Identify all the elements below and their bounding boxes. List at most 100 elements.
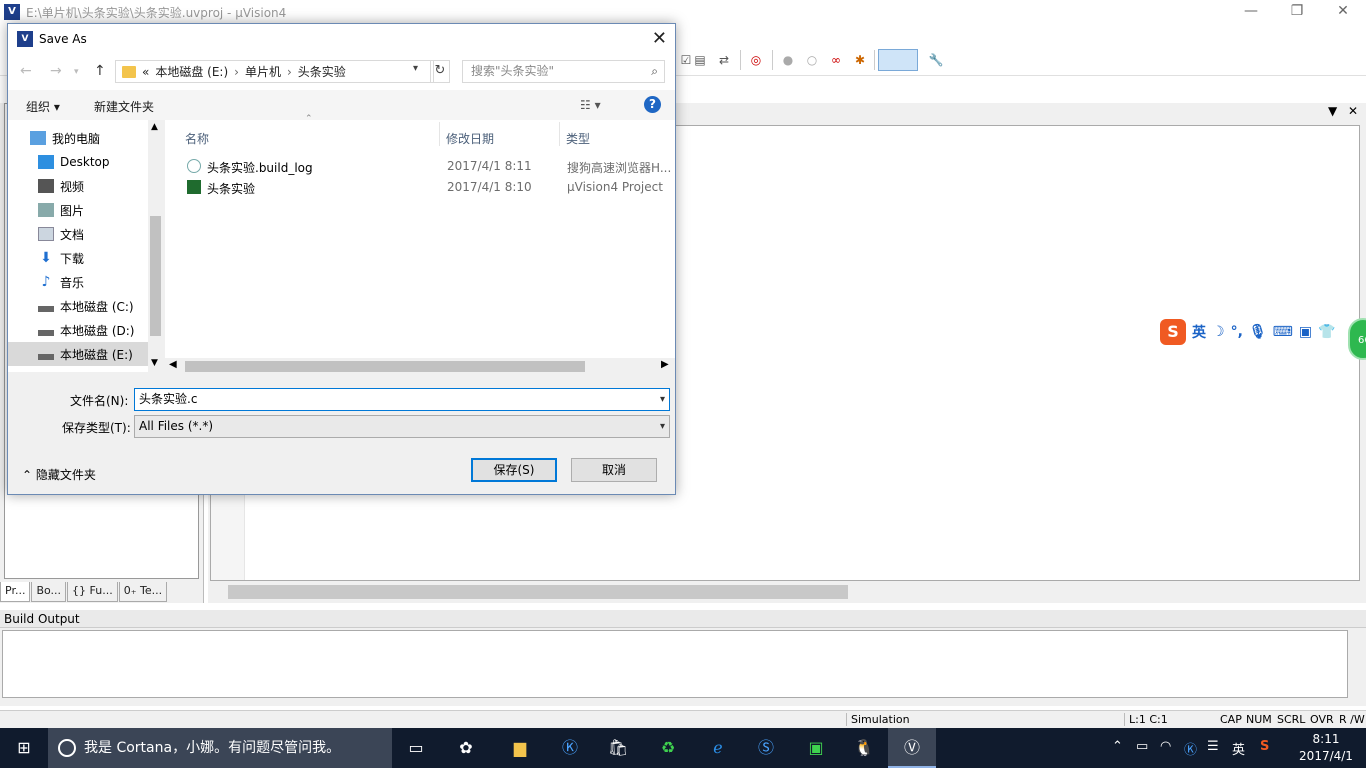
debug-session-icon[interactable]: ◎ [746, 50, 766, 70]
back-arrow-icon[interactable]: ← [20, 63, 32, 79]
nav-item-drive-e[interactable]: 本地磁盘 (E:) [8, 342, 148, 366]
scroll-down-icon[interactable]: ▼ [151, 358, 158, 368]
search-input[interactable]: 搜索"头条实验" ⌕ [462, 60, 665, 83]
build-output-title: Build Output [0, 610, 1366, 628]
new-folder-button[interactable]: 新建文件夹 [94, 98, 154, 115]
up-arrow-icon[interactable]: ↑ [94, 63, 106, 79]
skin-shirt-icon[interactable]: 👕 [1318, 324, 1335, 340]
breadcrumb-toutiao[interactable]: 头条实验 [298, 63, 346, 80]
file-name: 头条实验.build_log [207, 161, 313, 175]
chevron-down-icon[interactable]: ▾ [660, 389, 665, 410]
keyboard-icon[interactable]: ⌨ [1273, 324, 1293, 340]
dialog-close-icon[interactable]: ✕ [652, 28, 667, 49]
column-divider[interactable] [439, 122, 440, 146]
breadcrumb-danpianji[interactable]: 单片机 [245, 63, 281, 80]
hide-folders-toggle[interactable]: ⌃ 隐藏文件夹 [22, 466, 96, 483]
view-options-button[interactable]: ☷ ▾ [580, 98, 601, 112]
status-scrl: SCRL [1277, 713, 1306, 726]
qq-icon[interactable]: 🐧 [840, 728, 888, 768]
ime-language-toggle[interactable]: 英 [1192, 322, 1206, 342]
input-language[interactable]: 英 [1232, 739, 1245, 758]
sogou-tray-icon[interactable]: S [1260, 739, 1269, 754]
tab-books[interactable]: Bo... [31, 582, 67, 602]
address-bar[interactable]: « 本地磁盘 (E:) › 单片机 › 头条实验 [115, 60, 434, 83]
find-in-files-icon[interactable]: ▤ [690, 50, 710, 70]
scroll-up-icon[interactable]: ▲ [151, 122, 158, 132]
uvision-taskbar-icon[interactable]: Ⓥ [888, 728, 936, 768]
tab-functions[interactable]: {} Fu... [67, 582, 118, 602]
breadcrumb-chevron-icon: › [234, 64, 239, 79]
organize-button[interactable]: 组织 ▾ [26, 98, 60, 115]
disable-breakpoints-icon[interactable]: ∞ [826, 50, 846, 70]
edge-browser-icon[interactable]: ℯ [694, 728, 742, 768]
pinwheel-app-icon[interactable]: ✿ [442, 728, 490, 768]
navigation-scrollbar[interactable]: ▲ ▼ [148, 120, 163, 372]
column-header-name[interactable]: 名称 [185, 130, 209, 147]
scroll-right-icon[interactable]: ▶ [661, 359, 669, 370]
tab-templates[interactable]: 0₊ Te... [118, 582, 168, 602]
editor-close-icon[interactable]: ✕ [1348, 104, 1358, 118]
build-output-text[interactable] [2, 630, 1348, 698]
navigation-scroll-thumb[interactable] [150, 216, 161, 336]
taskbar-clock[interactable]: 8:11 2017/4/1 [1296, 731, 1356, 765]
recent-locations-icon[interactable]: ▾ [74, 67, 79, 77]
music-note-icon: ♪ [41, 274, 51, 290]
moon-icon[interactable]: ☽ [1212, 324, 1225, 340]
refresh-icon[interactable]: ↻ [430, 60, 450, 83]
sogou-logo-icon[interactable]: S [1160, 319, 1186, 345]
sogou-browser-icon[interactable]: Ⓢ [742, 728, 790, 768]
file-list-hscrollbar[interactable]: ◀ ▶ [165, 358, 675, 374]
minimize-button[interactable]: — [1228, 0, 1274, 24]
iqiyi-icon[interactable]: ▣ [792, 728, 840, 768]
editor-hscrollbar[interactable] [208, 582, 1366, 602]
build-output-panel: Build Output [0, 610, 1366, 706]
tab-project[interactable]: Pr... [0, 582, 31, 602]
file-list-scroll-thumb[interactable] [185, 361, 585, 372]
column-header-date[interactable]: 修改日期 [446, 130, 494, 147]
window-view-dropdown[interactable] [878, 49, 918, 71]
windows-start-icon[interactable]: ⊞ [0, 728, 48, 768]
notification-icon[interactable]: ☰ [1207, 739, 1219, 754]
kill-breakpoints-icon[interactable]: ✱ [850, 50, 870, 70]
recycle-app-icon[interactable]: ♻ [644, 728, 692, 768]
address-overflow[interactable]: « [142, 65, 149, 79]
scroll-left-icon[interactable]: ◀ [169, 359, 177, 370]
address-dropdown-icon[interactable]: ▾ [413, 63, 418, 74]
filetype-select[interactable]: All Files (*.*) ▾ [134, 415, 670, 438]
file-explorer-icon[interactable]: ▆ [496, 728, 544, 768]
nav-item-label: 下载 [60, 251, 85, 266]
help-icon[interactable]: ? [644, 96, 661, 113]
close-button[interactable]: ✕ [1320, 0, 1366, 24]
editor-scroll-thumb[interactable] [228, 585, 848, 599]
chevron-down-icon[interactable]: ▾ [660, 416, 665, 437]
column-header-type[interactable]: 类型 [566, 130, 590, 147]
status-ovr: OVR [1310, 713, 1334, 726]
file-row[interactable]: 头条实验 2017/4/1 8:10 µVision4 Project [185, 178, 675, 198]
breadcrumb-drive-e[interactable]: 本地磁盘 (E:) [155, 63, 228, 80]
filename-input[interactable]: 头条实验.c ▾ [134, 388, 670, 411]
ime-bubble[interactable]: 66 [1348, 318, 1366, 360]
punctuation-icon[interactable]: °, [1231, 324, 1243, 340]
cortana-search[interactable]: 我是 Cortana，小娜。有问题尽管问我。 [48, 728, 392, 768]
breakpoint-icon[interactable]: ● [778, 50, 798, 70]
editor-menu-icon[interactable]: ▼ [1328, 104, 1337, 118]
cancel-button[interactable]: 取消 [571, 458, 657, 482]
ime-toolbar: S 英 ☽ °, 🎙 ⌨ ▣ 👕 [1158, 318, 1348, 346]
task-view-icon[interactable]: ▭ [392, 728, 440, 768]
configure-tools-icon[interactable]: 🔧 [926, 50, 946, 70]
microphone-icon[interactable]: 🎙 [1249, 324, 1267, 340]
store-icon[interactable]: 🛍 [594, 728, 642, 768]
wifi-icon[interactable]: ◠ [1160, 739, 1171, 754]
battery-icon[interactable]: ▭ [1136, 739, 1148, 754]
replace-icon[interactable]: ⇄ [714, 50, 734, 70]
toolbox-icon[interactable]: ▣ [1299, 324, 1312, 340]
kugou-tray-icon[interactable]: Ⓚ [1184, 739, 1197, 758]
column-divider[interactable] [559, 122, 560, 146]
breakpoint-empty-icon[interactable]: ○ [802, 50, 822, 70]
file-row[interactable]: 头条实验.build_log 2017/4/1 8:11 搜狗高速浏览器H... [185, 157, 675, 177]
tray-overflow-icon[interactable]: ⌃ [1112, 739, 1123, 754]
save-button[interactable]: 保存(S) [471, 458, 557, 482]
restore-button[interactable]: ❐ [1274, 0, 1320, 24]
forward-arrow-icon[interactable]: → [50, 63, 62, 79]
kugou-icon[interactable]: Ⓚ [546, 728, 594, 768]
